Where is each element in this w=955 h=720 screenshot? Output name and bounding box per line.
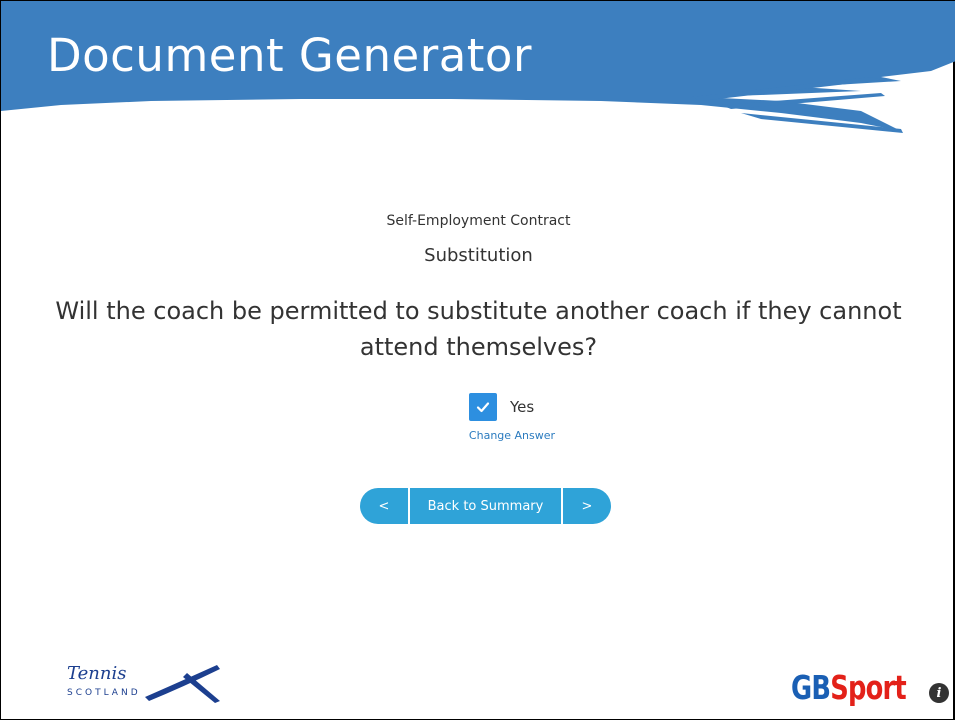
answer-label: Yes: [510, 398, 535, 416]
gbsport-wordmark-sport: Sport: [830, 668, 907, 707]
navigation-button-group: < Back to Summary >: [360, 488, 611, 524]
gbsport-logo: GBSport i: [791, 663, 949, 707]
page-title: Document Generator: [47, 29, 532, 82]
slide-frame: Document Generator Self-Employment Contr…: [0, 0, 955, 720]
gbsport-wordmark: GBSport: [791, 668, 907, 707]
next-button[interactable]: >: [563, 488, 611, 524]
answer-row: Yes: [469, 393, 534, 421]
header-banner: Document Generator: [1, 1, 955, 151]
section-name: Substitution: [424, 245, 533, 266]
info-icon: i: [929, 683, 949, 703]
back-to-summary-button[interactable]: Back to Summary: [410, 488, 561, 524]
check-icon: [476, 402, 490, 413]
tennis-logo-sub: SCOTLAND: [67, 688, 141, 698]
previous-button[interactable]: <: [360, 488, 408, 524]
yes-checkbox[interactable]: [469, 393, 497, 421]
change-answer-link[interactable]: Change Answer: [1, 429, 955, 442]
tennis-logo-word: Tennis: [67, 663, 127, 684]
tennis-scotland-logo: Tennis SCOTLAND: [57, 661, 220, 705]
gbsport-wordmark-gb: GB: [791, 668, 831, 707]
contract-name: Self-Employment Contract: [386, 213, 571, 229]
question-text: Will the coach be permitted to substitut…: [55, 297, 902, 361]
